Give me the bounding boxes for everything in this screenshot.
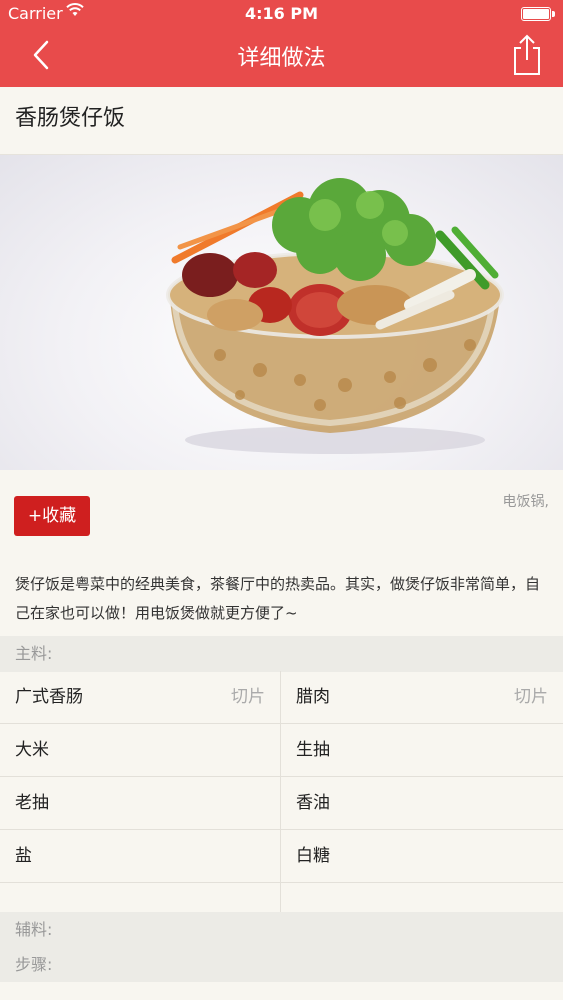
dish-title-bar: 香肠煲仔饭 xyxy=(0,87,563,155)
status-bar: Carrier 4:16 PM xyxy=(0,0,563,30)
ingredient-name: 白糖 xyxy=(296,846,330,866)
navigation-bar: Carrier 4:16 PM 详细做法 xyxy=(0,0,563,87)
ingredient-name: 香油 xyxy=(296,793,330,813)
steps-header: 步骤: xyxy=(0,947,563,983)
cookware-label: 电饭锅, xyxy=(502,494,549,510)
dish-title: 香肠煲仔饭 xyxy=(15,106,126,131)
share-icon xyxy=(514,34,540,75)
ingredient-cell: 盐 xyxy=(0,830,281,883)
ingredient-row: 大米 生抽 xyxy=(0,724,563,777)
main-ingredients-grid: 广式香肠 切片 腊肉 切片 大米 生抽 老抽 香油 盐 白糖 xyxy=(0,671,563,913)
ingredient-cell: 生抽 xyxy=(281,724,563,777)
ingredient-name: 老抽 xyxy=(15,793,49,813)
favorite-button[interactable]: +收藏 xyxy=(14,496,90,536)
ingredient-name: 盐 xyxy=(15,846,32,866)
ingredient-row: 老抽 香油 xyxy=(0,777,563,830)
back-button[interactable] xyxy=(20,36,60,76)
battery-icon xyxy=(521,7,555,21)
main-ingredients-header: 主料: xyxy=(0,636,563,672)
dish-photo xyxy=(0,155,563,470)
page-bottom xyxy=(0,982,563,1000)
status-time: 4:16 PM xyxy=(244,4,318,23)
ingredient-amount: 切片 xyxy=(514,687,548,707)
ingredient-name: 广式香肠 xyxy=(15,687,83,707)
ingredient-cell: 腊肉 切片 xyxy=(281,671,563,724)
ingredient-row-empty xyxy=(0,883,563,913)
ingredient-cell: 大米 xyxy=(0,724,281,777)
chevron-left-icon xyxy=(33,40,49,70)
ingredient-cell: 香油 xyxy=(281,777,563,830)
ingredient-cell: 老抽 xyxy=(0,777,281,830)
ingredient-cell xyxy=(281,883,563,913)
ingredient-name: 生抽 xyxy=(296,740,330,760)
ingredient-name: 大米 xyxy=(15,740,49,760)
ingredient-cell xyxy=(0,883,281,913)
ingredient-row: 广式香肠 切片 腊肉 切片 xyxy=(0,671,563,724)
page-title: 详细做法 xyxy=(237,46,326,71)
ingredient-cell: 广式香肠 切片 xyxy=(0,671,281,724)
share-button[interactable] xyxy=(507,32,547,78)
ingredient-cell: 白糖 xyxy=(281,830,563,883)
ingredient-name: 腊肉 xyxy=(296,687,330,707)
secondary-ingredients-header: 辅料: xyxy=(0,912,563,948)
recipe-description: 煲仔饭是粤菜中的经典美食，茶餐厅中的热卖品。其实，做煲仔饭非常简单，自己在家也可… xyxy=(15,575,541,622)
ingredient-row: 盐 白糖 xyxy=(0,830,563,883)
ingredient-amount: 切片 xyxy=(231,687,265,707)
